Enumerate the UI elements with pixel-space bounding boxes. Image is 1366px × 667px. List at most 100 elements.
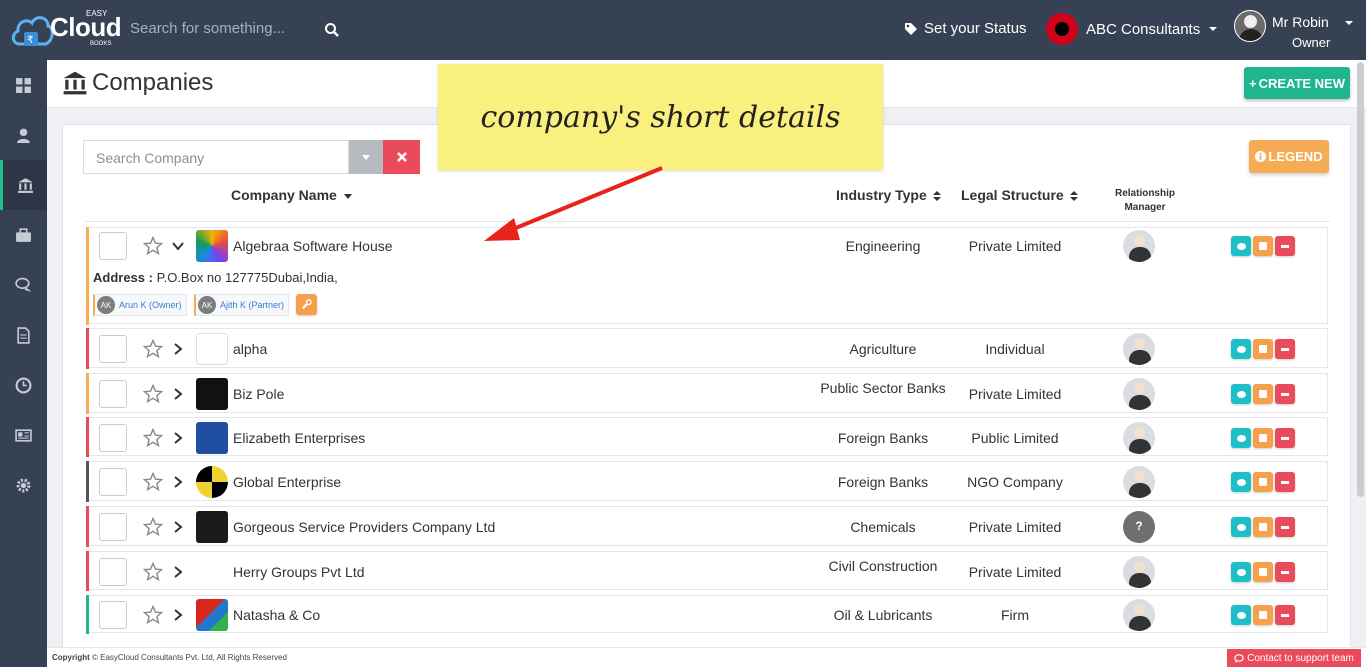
set-status-link[interactable]: Set your Status [904,20,1027,37]
row-checkbox[interactable] [99,601,127,629]
delete-button[interactable] [1275,428,1295,448]
edit-button[interactable] [1253,236,1273,256]
chevron-right-icon[interactable] [171,431,185,445]
column-company-name[interactable]: Company Name [231,187,352,203]
contact-chip[interactable]: AK Arun K (Owner) [93,294,187,316]
star-icon[interactable] [143,517,163,537]
relationship-manager-avatar[interactable] [1123,333,1155,365]
view-button[interactable] [1231,472,1251,492]
delete-button[interactable] [1275,562,1295,582]
company-name[interactable]: Biz Pole [233,386,284,402]
table-row[interactable]: Gorgeous Service Providers Company Ltd Ch… [86,506,1328,547]
edit-button[interactable] [1253,339,1273,359]
edit-contacts-button[interactable] [296,294,317,315]
sidebar-item-time[interactable] [0,360,47,410]
table-row[interactable]: Biz Pole Public Sector Banks Private Limit… [86,373,1328,414]
chevron-right-icon[interactable] [171,342,185,356]
delete-button[interactable] [1275,384,1295,404]
delete-button[interactable] [1275,472,1295,492]
delete-button[interactable] [1275,339,1295,359]
row-checkbox[interactable] [99,424,127,452]
chevron-right-icon[interactable] [171,475,185,489]
relationship-manager-avatar[interactable] [1123,556,1155,588]
view-button[interactable] [1231,339,1251,359]
company-name[interactable]: alpha [233,341,267,357]
sidebar-item-users[interactable] [0,110,47,160]
star-icon[interactable] [143,562,163,582]
edit-button[interactable] [1253,517,1273,537]
clear-search-button[interactable] [383,140,420,174]
column-industry-type[interactable]: Industry Type [836,187,941,203]
sidebar-item-settings[interactable] [0,460,47,510]
create-new-button[interactable]: + CREATE NEW [1244,67,1350,99]
table-row[interactable]: Herry Groups Pvt Ltd Civil Construction Pr… [86,551,1328,591]
delete-button[interactable] [1275,605,1295,625]
sidebar-item-news[interactable] [0,410,47,460]
row-checkbox[interactable] [99,335,127,363]
page-scrollbar[interactable] [1357,62,1364,497]
row-checkbox[interactable] [99,232,127,260]
chevron-right-icon[interactable] [171,608,185,622]
sidebar-item-documents[interactable] [0,310,47,360]
table-row[interactable]: alpha Agriculture Individual [86,328,1328,369]
star-icon[interactable] [143,428,163,448]
star-icon[interactable] [143,605,163,625]
edit-button[interactable] [1253,472,1273,492]
table-row[interactable]: Global Enterprise Foreign Banks NGO Compan… [86,461,1328,502]
chevron-down-icon[interactable] [171,239,185,253]
table-row[interactable]: Elizabeth Enterprises Foreign Banks Public… [86,417,1328,457]
company-name[interactable]: Global Enterprise [233,474,341,490]
search-icon[interactable] [324,22,340,38]
relationship-manager-avatar[interactable] [1123,599,1155,631]
row-checkbox[interactable] [99,558,127,586]
view-button[interactable] [1231,605,1251,625]
row-checkbox[interactable] [99,380,127,408]
view-button[interactable] [1231,562,1251,582]
sidebar-item-dashboard[interactable] [0,60,47,110]
edit-button[interactable] [1253,384,1273,404]
relationship-manager-avatar[interactable] [1123,466,1155,498]
sidebar-item-messages[interactable] [0,260,47,310]
delete-button[interactable] [1275,517,1295,537]
star-icon[interactable] [143,236,163,256]
search-dropdown-button[interactable] [349,140,383,174]
legend-button[interactable]: LEGEND [1249,140,1329,173]
view-button[interactable] [1231,428,1251,448]
sidebar-item-projects[interactable] [0,210,47,260]
column-legal-structure[interactable]: Legal Structure [961,187,1078,203]
chevron-right-icon[interactable] [171,387,185,401]
view-button[interactable] [1231,236,1251,256]
sidebar-item-companies[interactable] [0,160,47,210]
company-search-input[interactable]: Search Company [83,140,349,174]
company-name[interactable]: Gorgeous Service Providers Company Ltd [233,519,495,535]
contact-chip[interactable]: AK Ajith K (Partner) [194,294,290,316]
company-name[interactable]: Elizabeth Enterprises [233,430,365,446]
view-button[interactable] [1231,517,1251,537]
relationship-manager-avatar[interactable] [1123,230,1155,262]
edit-button[interactable] [1253,562,1273,582]
star-icon[interactable] [143,472,163,492]
contact-support-button[interactable]: Contact to support team [1227,649,1361,667]
relationship-manager-avatar[interactable]: ? [1123,511,1155,543]
star-icon[interactable] [143,339,163,359]
table-row[interactable]: Algebraa Software House Engineering Privat… [86,227,1328,325]
set-status-label: Set your Status [924,20,1027,37]
chevron-right-icon[interactable] [171,565,185,579]
company-name[interactable]: Herry Groups Pvt Ltd [233,564,365,580]
chevron-right-icon[interactable] [171,520,185,534]
relationship-manager-avatar[interactable] [1123,378,1155,410]
easycloud-logo[interactable]: ₹ EASY Cloud BOOKS [8,6,122,52]
edit-button[interactable] [1253,428,1273,448]
company-name[interactable]: Algebraa Software House [233,238,393,254]
edit-button[interactable] [1253,605,1273,625]
company-name[interactable]: Natasha & Co [233,607,320,623]
row-checkbox[interactable] [99,468,127,496]
delete-button[interactable] [1275,236,1295,256]
relationship-manager-avatar[interactable] [1123,422,1155,454]
star-icon[interactable] [143,384,163,404]
company-switcher[interactable]: ABC Consultants [1046,13,1218,45]
view-button[interactable] [1231,384,1251,404]
row-checkbox[interactable] [99,513,127,541]
global-search-input[interactable]: Search for something... [130,20,285,37]
table-row[interactable]: Natasha & Co Oil & Lubricants Firm [86,595,1328,634]
